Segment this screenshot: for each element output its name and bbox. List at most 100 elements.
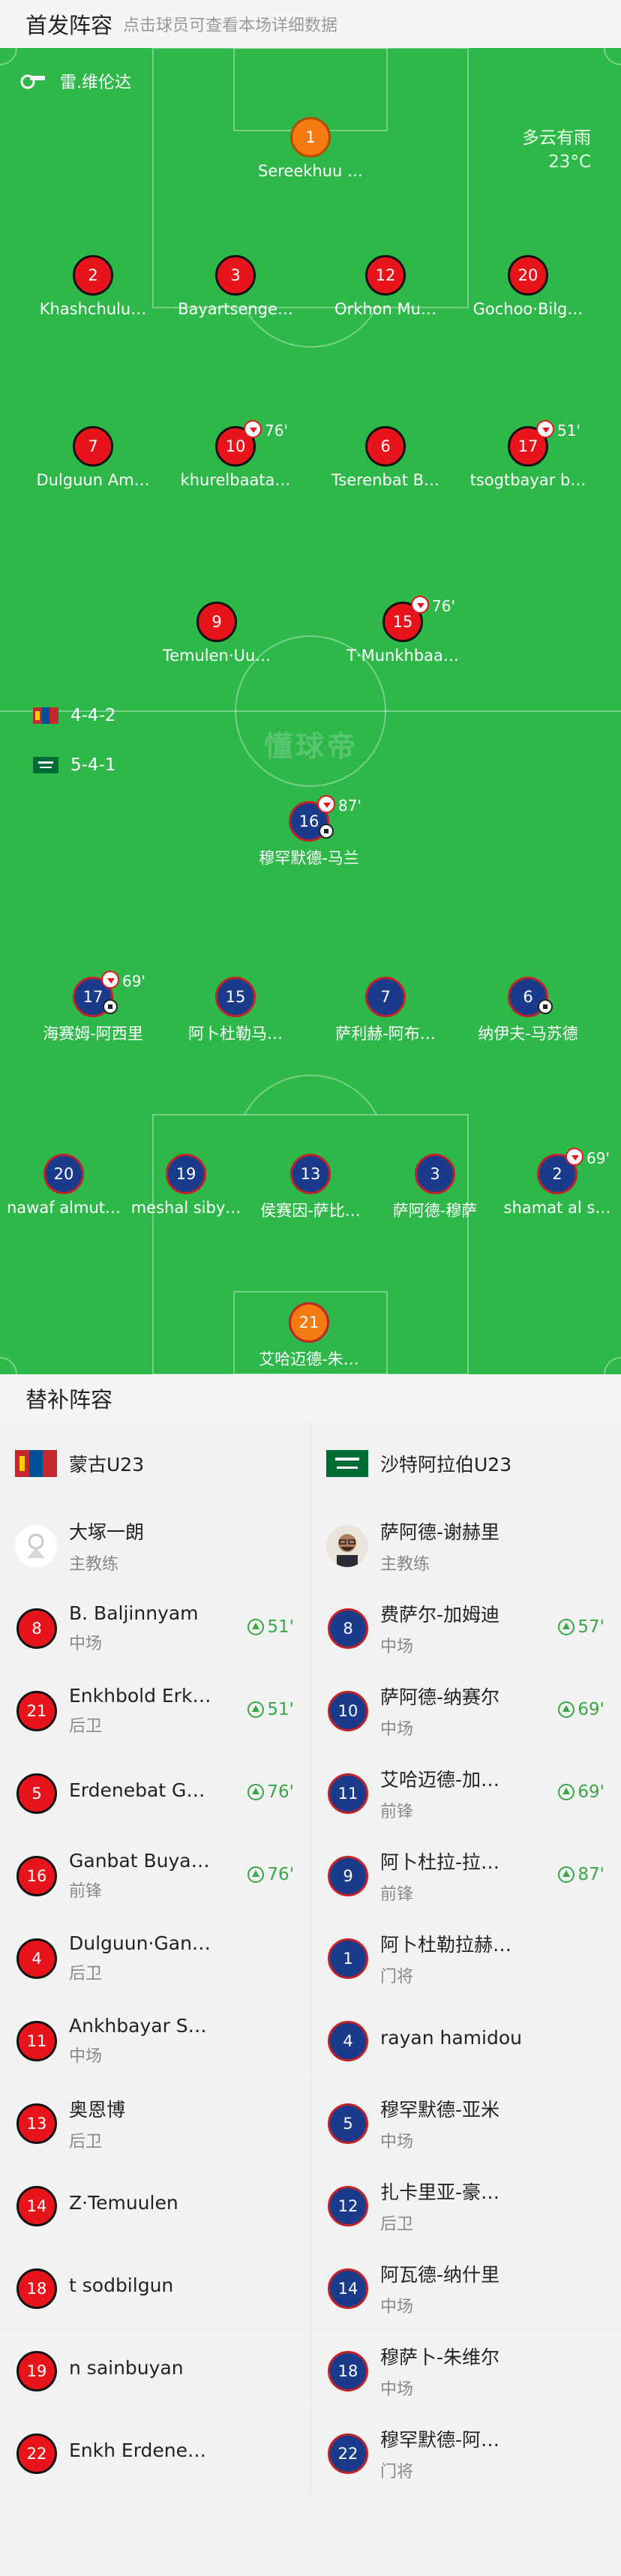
away-subs-column: 沙特阿拉伯U23 萨阿德-谢赫里 主教练 8 费萨尔-加姆迪 中场 57' 10…: [310, 1422, 621, 2495]
sub-row[interactable]: 22 Enkh Erdene…: [0, 2412, 310, 2495]
sub-row[interactable]: 5 Erdenebat G… 76': [0, 1752, 310, 1835]
away-player[interactable]: 2 69' shamat al s…: [494, 1148, 621, 1217]
player-name: 穆罕默德-马兰: [259, 849, 359, 867]
player-position: 后卫: [69, 1965, 103, 1983]
lineup-header: 首发阵容 点击球员可查看本场详细数据: [0, 0, 621, 48]
home-subs-column: 蒙古U23 大塚一朗 主教练 8 B. Baljinnyam 中场 51' 21 …: [0, 1422, 310, 2495]
away-player[interactable]: 21 艾哈迈德-朱…: [245, 1302, 373, 1370]
sub-row[interactable]: 18 穆萨卜-朱维尔 中场: [311, 2330, 621, 2412]
sub-in-minute: 69': [578, 1782, 604, 1802]
away-player[interactable]: 7 萨利赫-阿布…: [322, 977, 449, 1044]
sub-row[interactable]: 22 穆罕默德-阿… 门将: [311, 2412, 621, 2495]
home-player[interactable]: 12 Orkhon Mu…: [322, 255, 449, 318]
coach-avatar: [326, 1524, 368, 1567]
saudi-flag-icon: [33, 757, 58, 773]
sub-in: 57': [558, 1617, 604, 1637]
sub-row[interactable]: 5 穆罕默德-亚米 中场: [311, 2082, 621, 2165]
sub-row[interactable]: 18 t sodbilgun: [0, 2247, 310, 2330]
home-coach-row[interactable]: 大塚一朗 主教练: [0, 1505, 310, 1587]
sub-row[interactable]: 8 B. Baljinnyam 中场 51': [0, 1587, 310, 1670]
player-name: shamat al s…: [503, 1199, 611, 1217]
away-player[interactable]: 17 69' 海赛姆-阿西里: [29, 971, 157, 1044]
away-player[interactable]: 15 阿卜杜勒马…: [172, 977, 299, 1044]
player-name: Tserenbat B…: [331, 471, 440, 489]
home-player[interactable]: 20 Gochoo·Bilg…: [464, 255, 592, 318]
home-player[interactable]: 6 Tserenbat B…: [322, 426, 449, 489]
player-position: 门将: [380, 2462, 414, 2481]
player-name: 艾哈迈德-加…: [380, 1768, 500, 1791]
weather-condition: 多云有雨: [522, 128, 591, 148]
player-name: Orkhon Mu…: [334, 300, 436, 318]
sub-row[interactable]: 8 费萨尔-加姆迪 中场 57': [311, 1587, 621, 1670]
sub-in-minute: 57': [578, 1617, 604, 1637]
sub-row[interactable]: 16 Ganbat Buya… 前锋 76': [0, 1835, 310, 1917]
sub-row[interactable]: 4 Dulguun·Gan… 后卫: [0, 1917, 310, 2000]
sub-row[interactable]: 1 阿卜杜勒拉赫… 门将: [311, 1917, 621, 2000]
shirt-number: 1: [328, 1938, 368, 1979]
sub-row[interactable]: 19 n sainbuyan: [0, 2330, 310, 2412]
home-player[interactable]: 2 Khashchulu…: [29, 255, 157, 318]
home-player[interactable]: 3 Bayartsenge…: [172, 255, 299, 318]
home-player[interactable]: 7 Dulguun Am…: [29, 426, 157, 489]
sub-out-minute: 69': [586, 1149, 610, 1167]
player-position: 后卫: [380, 2214, 414, 2234]
sub-in: 51': [248, 1700, 294, 1719]
home-player[interactable]: 9 Temulen·Uu…: [153, 602, 280, 665]
home-player[interactable]: 1 Sereekhuu …: [247, 117, 374, 180]
away-player[interactable]: 6 纳伊夫-马苏德: [464, 977, 592, 1044]
coach-placeholder-icon: [15, 1524, 57, 1567]
player-name: 海赛姆-阿西里: [43, 1025, 143, 1043]
player-name: 萨阿德-纳赛尔: [380, 1686, 500, 1708]
player-name: Ganbat Buya…: [69, 1850, 210, 1872]
sub-row[interactable]: 11 Ankhbayar S… 中场: [0, 2000, 310, 2082]
shirt-number: 12: [328, 2185, 368, 2226]
away-player[interactable]: 16 87' 穆罕默德-马兰: [245, 795, 373, 869]
sub-in-minute: 51': [267, 1617, 294, 1637]
shirt-number: 14: [16, 2185, 57, 2226]
shirt-number: 7: [73, 426, 113, 467]
away-player[interactable]: 19 meshal siby…: [122, 1154, 250, 1217]
sub-row[interactable]: 21 Enkhbold Erk… 后卫 51': [0, 1670, 310, 1752]
player-name: Dulguun Am…: [36, 471, 150, 489]
player-position: 中场: [380, 2132, 414, 2151]
shirt-number: 3: [415, 1154, 455, 1194]
home-player[interactable]: 17 51' tsogtbayar b…: [464, 420, 592, 489]
sub-row[interactable]: 12 扎卡里亚-豪… 后卫: [311, 2165, 621, 2247]
away-coach-row[interactable]: 萨阿德-谢赫里 主教练: [311, 1505, 621, 1587]
shirt-number: 20: [508, 255, 548, 296]
player-name: Khashchulu…: [39, 300, 147, 318]
away-player[interactable]: 13 侯赛因-萨比…: [247, 1154, 374, 1221]
goal-icon: [538, 999, 553, 1014]
player-position: 前锋: [380, 1802, 414, 1821]
sub-row[interactable]: 9 阿卜杜拉-拉… 前锋 87': [311, 1835, 621, 1917]
sub-in: 51': [248, 1617, 294, 1637]
player-name: 阿卜杜勒马…: [188, 1025, 283, 1043]
sub-out-minute: 87': [338, 797, 362, 815]
sub-row[interactable]: 10 萨阿德-纳赛尔 中场 69': [311, 1670, 621, 1752]
coach-role: 主教练: [69, 1554, 119, 1574]
home-player[interactable]: 15 76' T·Munkhbaa…: [339, 596, 466, 665]
shirt-number: 22: [328, 2433, 368, 2474]
player-name: tsogtbayar b…: [470, 471, 586, 489]
coach-name: 大塚一朗: [69, 1521, 145, 1543]
player-name: khurelbaata…: [180, 471, 291, 489]
shirt-number: 4: [328, 2020, 368, 2061]
watermark: 懂球帝: [263, 730, 358, 763]
player-name: Z·Temuulen: [69, 2192, 178, 2214]
player-position: 中场: [69, 1635, 103, 1653]
lineup-hint: 点击球员可查看本场详细数据: [123, 17, 338, 35]
sub-out-icon: [536, 420, 554, 438]
sub-row[interactable]: 14 阿瓦德-纳什里 中场: [311, 2247, 621, 2330]
player-name: Enkhbold Erk…: [69, 1685, 212, 1707]
player-name: 侯赛因-萨比…: [260, 1202, 361, 1220]
away-team-row: 沙特阿拉伯U23: [311, 1422, 621, 1505]
sub-row[interactable]: 4 rayan hamidou: [311, 2000, 621, 2082]
away-player[interactable]: 3 萨阿德-穆萨: [371, 1154, 499, 1221]
away-player[interactable]: 20 nawaf almut…: [0, 1154, 128, 1217]
sub-row[interactable]: 13 奥恩博 后卫: [0, 2082, 310, 2165]
shirt-number: 5: [16, 1773, 57, 1814]
sub-row[interactable]: 11 艾哈迈德-加… 前锋 69': [311, 1752, 621, 1835]
sub-out-icon: [566, 1148, 584, 1166]
sub-row[interactable]: 14 Z·Temuulen: [0, 2165, 310, 2247]
home-player[interactable]: 10 76' khurelbaata…: [172, 420, 299, 489]
